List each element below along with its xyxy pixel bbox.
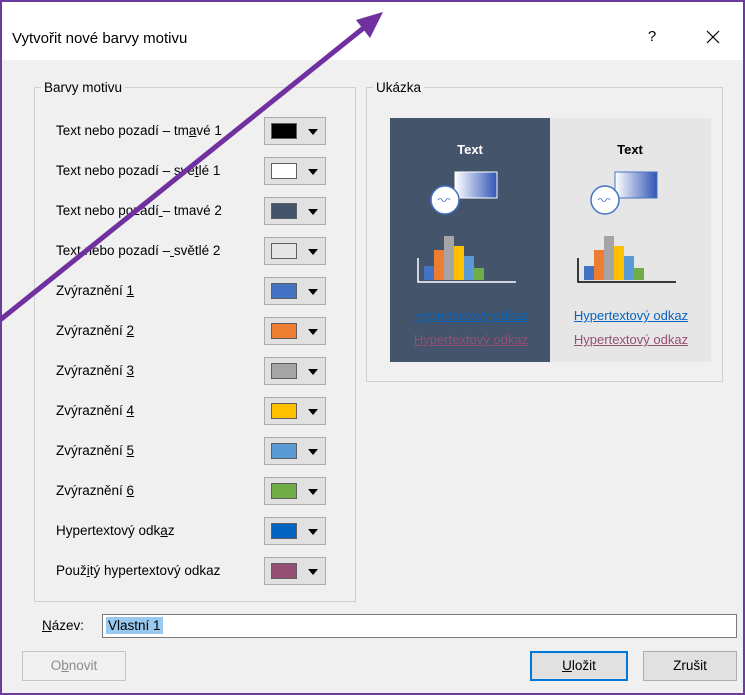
- theme-preview: Text Hypertextový odkaz Hypertextový odk…: [390, 118, 711, 362]
- color-picker-button[interactable]: [264, 157, 326, 185]
- theme-color-label: Text nebo pozadí – tmavé 1: [56, 123, 222, 138]
- color-picker-button[interactable]: [264, 197, 326, 225]
- chevron-down-icon: [308, 209, 318, 215]
- reset-label-access-key: b: [61, 658, 69, 673]
- theme-color-row: Hypertextový odkaz: [56, 517, 336, 547]
- chevron-down-icon: [308, 249, 318, 255]
- preview-light-link: Hypertextový odkaz: [573, 308, 689, 323]
- save-label-rest: ložit: [571, 658, 596, 673]
- theme-color-row: Zvýraznění 6: [56, 477, 336, 507]
- color-swatch: [271, 363, 297, 379]
- color-picker-button[interactable]: [264, 277, 326, 305]
- theme-colors-legend: Barvy motivu: [44, 80, 123, 95]
- color-picker-button[interactable]: [264, 517, 326, 545]
- preview-dark-visited-link: Hypertextový odkaz: [413, 332, 529, 347]
- chevron-down-icon: [308, 409, 318, 415]
- theme-color-label: Text nebo pozadí – světlé 1: [56, 163, 221, 178]
- color-swatch: [271, 403, 297, 419]
- chevron-down-icon: [308, 449, 318, 455]
- chevron-down-icon: [308, 289, 318, 295]
- theme-color-label: Použitý hypertextový odkaz: [56, 563, 221, 578]
- preview-dark-graphic: [417, 171, 516, 283]
- help-button[interactable]: ?: [639, 24, 665, 50]
- color-picker-button[interactable]: [264, 117, 326, 145]
- theme-color-label: Text nebo pozadí – tmavé 2: [56, 203, 222, 218]
- color-swatch: [271, 563, 297, 579]
- reset-button[interactable]: Obnovit: [22, 651, 126, 681]
- theme-color-label: Text nebo pozadí – světlé 2: [56, 243, 221, 258]
- theme-color-row: Zvýraznění 4: [56, 397, 336, 427]
- color-swatch: [271, 443, 297, 459]
- theme-color-row: Text nebo pozadí – světlé 1: [56, 157, 336, 187]
- preview-dark-panel: Text Hypertextový odkaz Hypertextový odk…: [390, 118, 550, 362]
- name-input[interactable]: Vlastní 1: [102, 614, 737, 638]
- chevron-down-icon: [308, 529, 318, 535]
- theme-color-label: Zvýraznění 3: [56, 363, 135, 378]
- theme-color-row: Zvýraznění 1: [56, 277, 336, 307]
- theme-color-row: Text nebo pozadí – tmavé 1: [56, 117, 336, 147]
- color-picker-button[interactable]: [264, 317, 326, 345]
- color-picker-button[interactable]: [264, 357, 326, 385]
- theme-color-label: Zvýraznění 5: [56, 443, 135, 458]
- preview-light-visited-link: Hypertextový odkaz: [573, 332, 689, 347]
- save-button[interactable]: Uložit: [530, 651, 628, 681]
- chevron-down-icon: [308, 329, 318, 335]
- name-input-value: Vlastní 1: [106, 617, 163, 634]
- color-picker-button[interactable]: [264, 477, 326, 505]
- preview-light-graphic: [577, 171, 676, 283]
- chevron-down-icon: [308, 129, 318, 135]
- theme-color-label: Zvýraznění 6: [56, 483, 135, 498]
- close-button[interactable]: [698, 22, 728, 52]
- color-swatch: [271, 523, 297, 539]
- chevron-down-icon: [308, 569, 318, 575]
- name-label-rest: ázev:: [51, 618, 85, 633]
- theme-color-row: Text nebo pozadí – světlé 2: [56, 237, 336, 267]
- theme-color-label: Zvýraznění 4: [56, 403, 135, 418]
- color-swatch: [271, 163, 297, 179]
- color-swatch: [271, 323, 297, 339]
- reset-label-1: O: [50, 658, 62, 673]
- name-label: Název:: [42, 618, 84, 633]
- dialog-title: Vytvořit nové barvy motivu: [12, 30, 188, 47]
- preview-light-panel: Text Hypertextový odkaz Hypertextový odk…: [550, 118, 711, 362]
- color-swatch: [271, 243, 297, 259]
- theme-color-row: Zvýraznění 5: [56, 437, 336, 467]
- name-label-access-key: N: [42, 618, 52, 633]
- preview-legend: Ukázka: [376, 80, 422, 95]
- theme-color-row: Zvýraznění 3: [56, 357, 336, 387]
- color-picker-button[interactable]: [264, 437, 326, 465]
- theme-color-row: Použitý hypertextový odkaz: [56, 557, 336, 587]
- chevron-down-icon: [308, 169, 318, 175]
- theme-color-label: Zvýraznění 1: [56, 283, 135, 298]
- color-swatch: [271, 283, 297, 299]
- theme-color-row: Text nebo pozadí – tmavé 2: [56, 197, 336, 227]
- theme-color-label: Hypertextový odkaz: [56, 523, 175, 538]
- reset-label-2: novit: [68, 658, 98, 673]
- close-icon: [706, 30, 720, 44]
- preview-dark-link: Hypertextový odkaz: [413, 308, 529, 323]
- name-row: Název: Vlastní 1: [42, 614, 742, 638]
- save-label-access-key: U: [562, 658, 572, 673]
- color-picker-button[interactable]: [264, 557, 326, 585]
- preview-dark-text: Text: [457, 142, 483, 157]
- chevron-down-icon: [308, 369, 318, 375]
- chevron-down-icon: [308, 489, 318, 495]
- color-picker-button[interactable]: [264, 397, 326, 425]
- cancel-button[interactable]: Zrušit: [643, 651, 737, 681]
- preview-light-text: Text: [617, 142, 643, 157]
- title-bar: Vytvořit nové barvy motivu ?: [2, 2, 743, 60]
- theme-color-row: Zvýraznění 2: [56, 317, 336, 347]
- color-picker-button[interactable]: [264, 237, 326, 265]
- color-swatch: [271, 483, 297, 499]
- color-swatch: [271, 203, 297, 219]
- theme-color-label: Zvýraznění 2: [56, 323, 135, 338]
- color-swatch: [271, 123, 297, 139]
